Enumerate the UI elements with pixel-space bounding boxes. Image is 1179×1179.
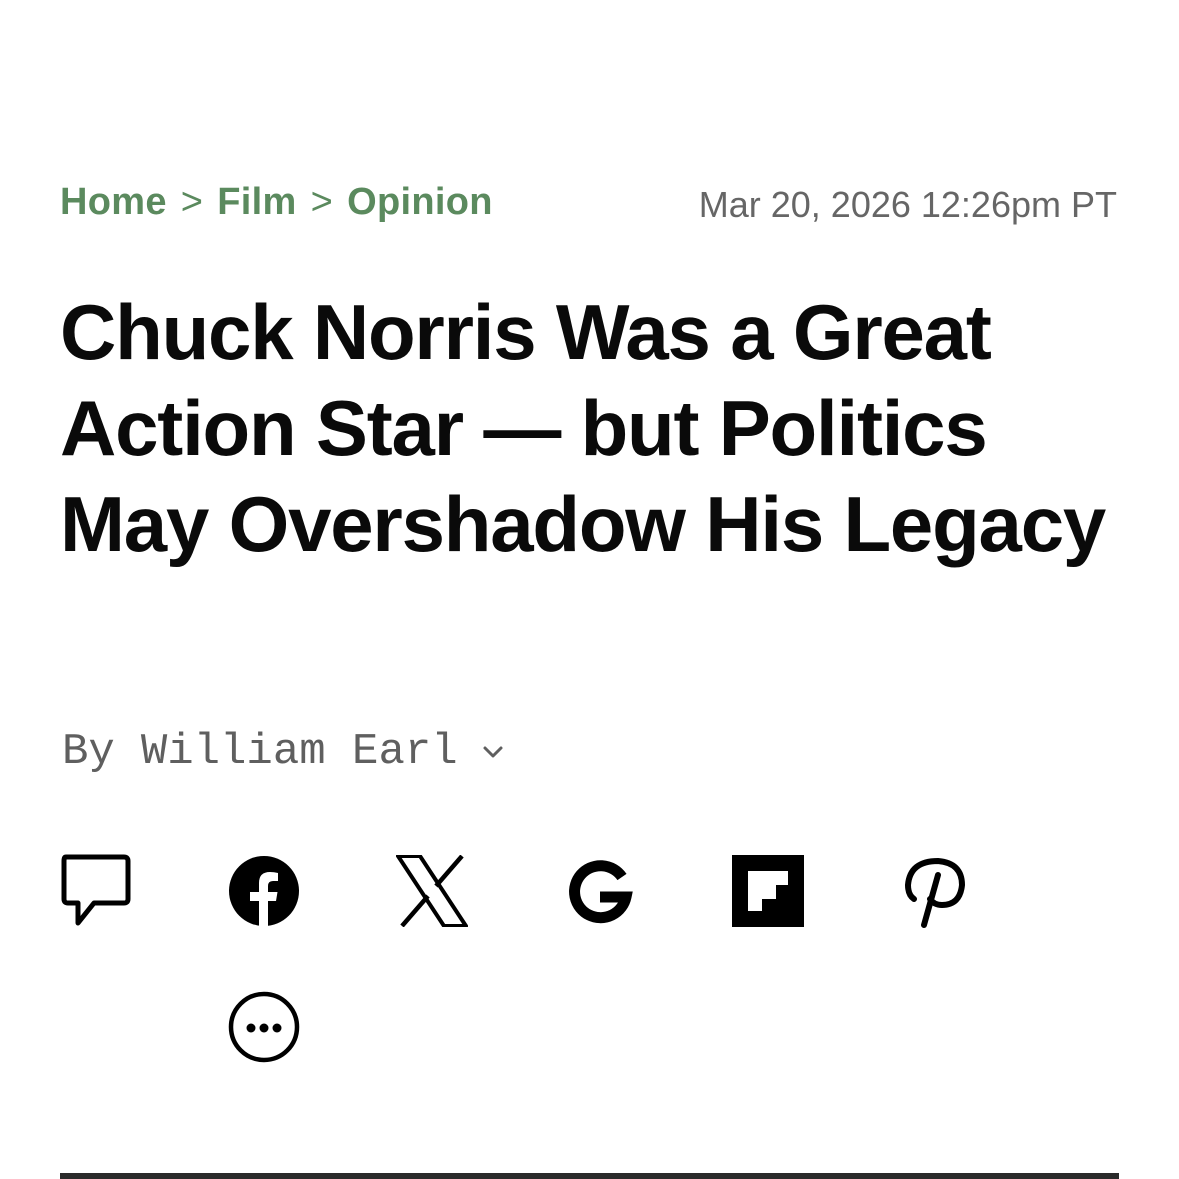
byline-prefix: By [62, 727, 115, 777]
pinterest-icon[interactable] [900, 855, 972, 928]
author-name[interactable]: William Earl [141, 727, 458, 777]
x-icon[interactable] [396, 855, 468, 927]
facebook-icon[interactable] [228, 855, 300, 927]
byline[interactable]: By William Earl [62, 727, 506, 777]
article-header: Home > Film > Opinion Mar 20, 2026 12:26pm P… [60, 0, 1119, 1179]
more-icon[interactable] [228, 991, 300, 1063]
breadcrumb: Home > Film > Opinion [60, 181, 493, 224]
article-headline: Chuck Norris Was a Great Action Star — b… [60, 288, 1106, 568]
breadcrumb-separator: > [180, 181, 204, 223]
flipboard-icon[interactable] [732, 855, 804, 927]
breadcrumb-film[interactable]: Film [217, 181, 296, 223]
breadcrumb-opinion[interactable]: Opinion [347, 181, 493, 223]
publish-timestamp: Mar 20, 2026 12:26pm PT [698, 184, 1117, 225]
breadcrumb-home[interactable]: Home [60, 181, 167, 223]
comment-icon[interactable] [60, 854, 132, 927]
google-icon[interactable] [564, 855, 636, 927]
meta-row: Home > Film > Opinion Mar 20, 2026 12:26pm P… [60, 181, 1119, 229]
chevron-down-icon[interactable] [480, 739, 506, 765]
hero-image-edge [60, 1173, 1119, 1179]
breadcrumb-separator: > [310, 181, 334, 223]
